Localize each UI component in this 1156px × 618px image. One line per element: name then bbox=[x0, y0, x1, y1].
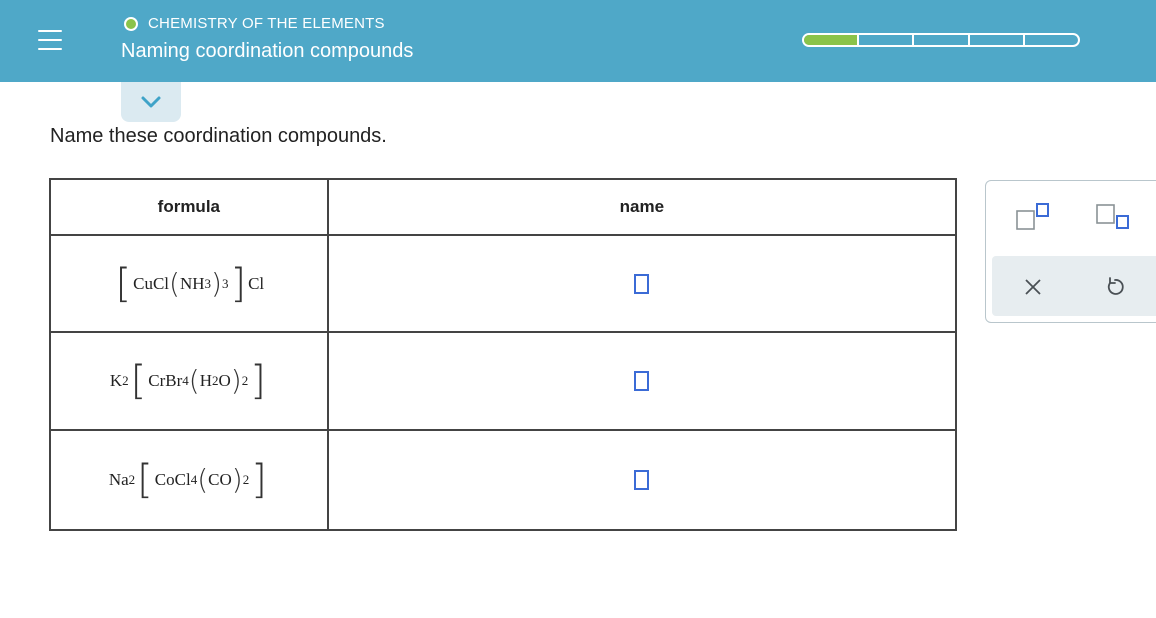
progress-segment bbox=[1025, 35, 1078, 45]
breadcrumb-label: CHEMISTRY OF THE ELEMENTS bbox=[148, 15, 385, 32]
compounds-table: formula name [ Cu Cl (NH 3) 3 ] Cl K2 [ Cr B… bbox=[49, 178, 958, 531]
formula-cucl-nh3-3-cl: [ Cu Cl (NH 3) 3 ] Cl bbox=[115, 260, 265, 307]
chevron-down-icon bbox=[141, 96, 161, 108]
name-answer-input[interactable] bbox=[634, 470, 650, 490]
name-answer-input[interactable] bbox=[634, 273, 650, 294]
name-cell bbox=[326, 234, 958, 333]
progress-segment bbox=[804, 35, 860, 45]
menu-button[interactable] bbox=[26, 18, 74, 62]
progress-bar bbox=[802, 33, 1080, 47]
page-title: Naming coordination compounds bbox=[121, 40, 414, 62]
breadcrumb: CHEMISTRY OF THE ELEMENTS bbox=[124, 15, 385, 32]
superscript-button[interactable] bbox=[1016, 203, 1052, 236]
undo-button[interactable] bbox=[1102, 274, 1128, 300]
column-header-name: name bbox=[326, 178, 958, 236]
table-header-row: formula name bbox=[49, 178, 958, 236]
hamburger-menu-icon bbox=[38, 30, 62, 50]
table-row: K2 [ Cr Br 4 (H 2 O) 2 ] bbox=[49, 331, 958, 431]
subscript-box-icon bbox=[1096, 204, 1129, 229]
undo-icon bbox=[1107, 277, 1124, 295]
formula-k2-crbr4-h2o-2: K2 [ Cr Br 4 (H 2 O) 2 ] bbox=[109, 358, 266, 404]
superscript-box-icon bbox=[1016, 203, 1049, 230]
clear-button[interactable] bbox=[1020, 274, 1046, 300]
table-row: [ Cu Cl (NH 3) 3 ] Cl bbox=[49, 234, 958, 333]
status-dot-icon bbox=[124, 16, 138, 31]
table-row: Na 2 [ Co Cl 4 (CO) 2 ] bbox=[49, 429, 958, 531]
name-answer-input[interactable] bbox=[634, 371, 650, 391]
name-cell bbox=[326, 331, 958, 431]
progress-segment bbox=[914, 35, 970, 45]
palette-actions bbox=[992, 256, 1156, 316]
column-header-formula: formula bbox=[49, 178, 329, 236]
question-prompt: Name these coordination compounds. bbox=[50, 125, 387, 147]
close-icon bbox=[1025, 279, 1041, 295]
formula-na2-cocl4-co-2: Na 2 [ Co Cl 4 (CO) 2 ] bbox=[108, 457, 267, 503]
top-bar: CHEMISTRY OF THE ELEMENTS Naming coordin… bbox=[0, 0, 1156, 82]
subscript-button[interactable] bbox=[1096, 203, 1132, 236]
collapse-header-button[interactable] bbox=[121, 82, 181, 122]
progress-segment bbox=[859, 35, 915, 45]
formula-cell: [ Cu Cl (NH 3) 3 ] Cl bbox=[49, 234, 329, 333]
name-cell bbox=[326, 429, 958, 531]
answer-tools-palette bbox=[985, 180, 1156, 323]
formula-cell: K2 [ Cr Br 4 (H 2 O) 2 ] bbox=[49, 331, 329, 431]
formula-cell: Na 2 [ Co Cl 4 (CO) 2 ] bbox=[49, 429, 329, 531]
progress-segment bbox=[970, 35, 1025, 45]
